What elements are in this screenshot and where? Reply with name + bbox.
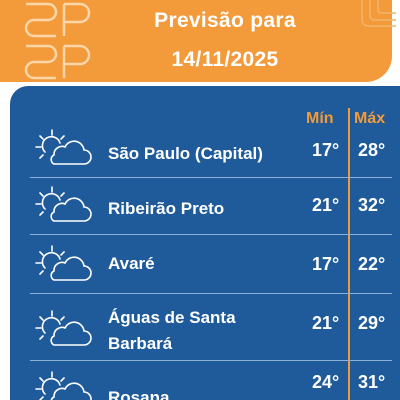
row-divider xyxy=(30,234,392,235)
max-temp: 28° xyxy=(358,140,386,160)
city-name: Rosana xyxy=(108,388,170,400)
city-name: Ribeirão Preto xyxy=(108,199,225,218)
partly-cloudy-icon xyxy=(35,371,92,400)
sp-logo-icon xyxy=(24,2,91,80)
min-temp: 21° xyxy=(312,195,340,215)
max-temp: 32° xyxy=(358,195,386,215)
partly-cloudy-icon xyxy=(35,186,92,222)
min-temp: 17° xyxy=(312,140,340,160)
min-temp: 21° xyxy=(312,313,340,333)
partly-cloudy-icon xyxy=(35,310,92,346)
row-divider xyxy=(30,293,392,294)
city-name: Avaré xyxy=(108,254,155,273)
column-divider xyxy=(348,108,350,400)
partly-cloudy-icon xyxy=(35,129,92,165)
city-name: Águas de Santa Barbará xyxy=(108,308,236,353)
max-temp: 29° xyxy=(358,313,386,333)
max-column-header: Máx xyxy=(354,110,386,127)
max-temp: 31° xyxy=(358,372,386,392)
min-temp: 24° xyxy=(312,372,340,392)
partly-cloudy-icon xyxy=(35,245,92,281)
city-name: São Paulo (Capital) xyxy=(108,144,263,163)
min-column-header: Mín xyxy=(306,110,334,127)
header-title-date: 14/11/2025 xyxy=(171,48,279,71)
header-title-line1: Previsão para xyxy=(154,9,296,32)
row-divider xyxy=(30,177,392,178)
max-temp: 22° xyxy=(358,254,386,274)
corner-decoration-icon xyxy=(361,0,396,27)
row-divider xyxy=(30,360,392,361)
header-banner: Previsão para 14/11/2025 xyxy=(0,0,392,82)
min-temp: 17° xyxy=(312,254,340,274)
